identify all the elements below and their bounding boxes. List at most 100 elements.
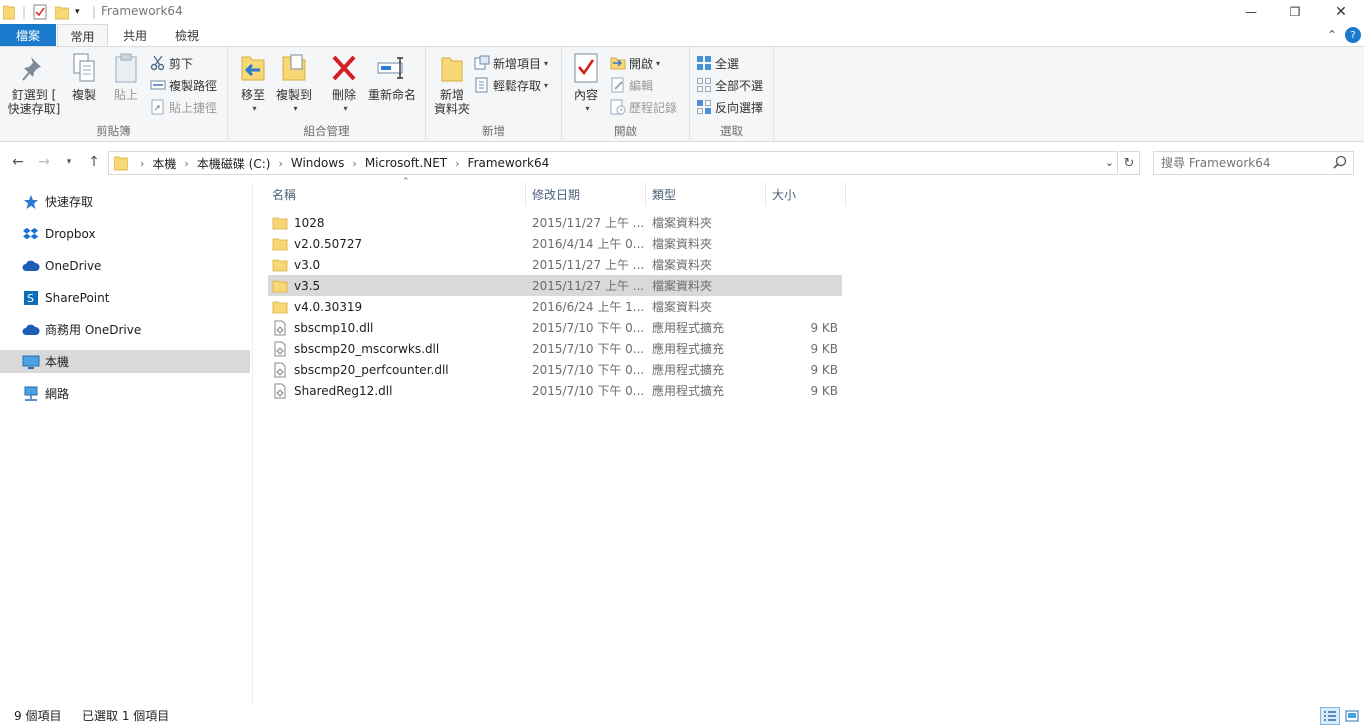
column-header-date-label: 修改日期	[532, 187, 581, 202]
refresh-icon[interactable]: ↻	[1119, 151, 1140, 175]
invert-selection-button[interactable]: 反向選擇	[696, 97, 763, 117]
search-box[interactable]	[1153, 151, 1354, 175]
nav-item-dropbox[interactable]: Dropbox	[0, 222, 250, 245]
copy-path-label: 複製路徑	[169, 78, 218, 93]
new-item-icon	[474, 55, 490, 71]
delete-button[interactable]: 刪除 ▾	[328, 51, 360, 116]
select-all-icon	[696, 55, 712, 71]
copy-to-label: 複製到	[275, 88, 312, 102]
open-folder-icon	[610, 55, 626, 71]
breadcrumb-local-disk[interactable]: 本機磁碟 (C:)	[197, 155, 271, 172]
select-none-button[interactable]: 全部不選	[696, 75, 763, 95]
new-folder-button[interactable]: 新增 資料夾	[430, 51, 474, 116]
computer-icon	[22, 354, 40, 370]
address-folder-icon	[114, 155, 128, 171]
restore-button[interactable]: ❐	[1272, 0, 1318, 24]
column-header-type[interactable]: 類型	[646, 182, 766, 206]
table-row[interactable]: v3.5 2015/11/27 上午 ... 檔案資料夾	[268, 275, 842, 296]
breadcrumb-framework64[interactable]: Framework64	[468, 156, 550, 170]
file-date: 2015/11/27 上午 ...	[532, 216, 644, 230]
customize-toolbar-chevron-icon[interactable]: ▾	[75, 3, 80, 21]
folder-icon[interactable]	[3, 3, 15, 21]
file-name-cell: v3.5	[272, 275, 526, 296]
history-button[interactable]: 歷程記錄	[610, 97, 677, 117]
column-header-name[interactable]: ⌃ 名稱	[266, 177, 526, 206]
minimize-button[interactable]: —	[1228, 0, 1274, 24]
folder-icon	[272, 215, 288, 231]
back-arrow-icon[interactable]: ←	[8, 152, 28, 172]
up-arrow-icon[interactable]: ↑	[84, 152, 104, 172]
status-item-count: 9 個項目	[14, 709, 62, 723]
delete-x-icon	[328, 51, 360, 85]
large-icons-view-icon[interactable]	[1342, 707, 1362, 725]
help-icon[interactable]: ?	[1345, 27, 1361, 43]
explorer-window: | ▾ | Framework64 — ❐ ✕ 檔案 常用 共用 檢視 ⌃ ? …	[0, 0, 1364, 727]
table-row[interactable]: sbscmp10.dll 2015/7/10 下午 0... 應用程式擴充 9 KB	[268, 317, 842, 338]
nav-item-onedrive-business[interactable]: 商務用 OneDrive	[0, 318, 250, 341]
paste-shortcut-button[interactable]: 貼上捷徑	[150, 97, 217, 117]
table-row[interactable]: v4.0.30319 2016/6/24 上午 1... 檔案資料夾	[268, 296, 842, 317]
file-date: 2015/11/27 上午 ...	[532, 258, 644, 272]
tab-view[interactable]: 檢視	[164, 24, 210, 46]
paste-button[interactable]: 貼上	[108, 51, 144, 102]
group-open-label: 開啟	[614, 124, 637, 138]
address-history-chevron-icon[interactable]: ⌄	[1105, 156, 1114, 169]
table-row[interactable]: 1028 2015/11/27 上午 ... 檔案資料夾	[268, 212, 842, 233]
forward-arrow-icon[interactable]: →	[34, 152, 54, 172]
file-name: sbscmp20_mscorwks.dll	[294, 341, 440, 356]
close-button[interactable]: ✕	[1318, 0, 1364, 24]
pin-label-2: 快速存取]	[7, 102, 61, 116]
copy-path-button[interactable]: 複製路徑	[150, 75, 217, 95]
column-header-date[interactable]: 修改日期	[526, 182, 646, 206]
edit-icon	[610, 77, 626, 93]
select-all-button[interactable]: 全選	[696, 53, 739, 73]
nav-item-onedrive[interactable]: OneDrive	[0, 254, 250, 277]
column-header-size[interactable]: 大小	[766, 182, 846, 206]
group-clipboard: 釘選到 [ 快速存取] 複製 貼上 剪下 複製路徑 貼上捷徑 剪貼簿	[0, 47, 228, 141]
open-button[interactable]: 開啟 ▾	[610, 53, 660, 73]
invert-selection-label: 反向選擇	[715, 100, 764, 115]
search-icon[interactable]	[1333, 155, 1347, 169]
details-view-icon[interactable]	[1320, 707, 1340, 725]
easy-access-icon	[474, 77, 490, 93]
nav-item-this-pc[interactable]: 本機	[0, 350, 250, 373]
rename-button[interactable]: 重新命名	[366, 51, 418, 102]
properties-button[interactable]: 內容 ▾	[570, 51, 602, 116]
tab-share[interactable]: 共用	[112, 24, 158, 46]
svg-text:S: S	[27, 292, 34, 305]
status-selected-count: 已選取 1 個項目	[82, 709, 170, 723]
nav-item-label: 商務用 OneDrive	[45, 323, 142, 337]
breadcrumb-this-pc[interactable]: 本機	[152, 155, 176, 172]
nav-item-sharepoint[interactable]: S SharePoint	[0, 286, 250, 309]
breadcrumb-microsoft-net[interactable]: Microsoft.NET	[365, 156, 447, 170]
table-row[interactable]: sbscmp20_mscorwks.dll 2015/7/10 下午 0... 應用…	[268, 338, 842, 359]
table-row[interactable]: sbscmp20_perfcounter.dll 2015/7/10 下午 0..…	[268, 359, 842, 380]
edit-button[interactable]: 編輯	[610, 75, 653, 95]
tab-home[interactable]: 常用	[57, 24, 108, 47]
address-bar[interactable]: › 本機 › 本機磁碟 (C:) › Windows › Microsoft.N…	[108, 151, 1118, 175]
properties-quick-icon[interactable]	[33, 3, 47, 21]
collapse-ribbon-chevron-icon[interactable]: ⌃	[1322, 24, 1342, 46]
recent-locations-chevron-icon[interactable]: ▾	[62, 152, 76, 172]
table-row[interactable]: v2.0.50727 2016/4/14 上午 0... 檔案資料夾	[268, 233, 842, 254]
folder-icon	[272, 236, 288, 252]
table-row[interactable]: v3.0 2015/11/27 上午 ... 檔案資料夾	[268, 254, 842, 275]
copy-to-button[interactable]: 複製到 ▾	[274, 51, 314, 116]
easy-access-button[interactable]: 輕鬆存取 ▾	[474, 75, 548, 95]
table-row[interactable]: SharedReg12.dll 2015/7/10 下午 0... 應用程式擴充 9 …	[268, 380, 842, 401]
file-date: 2016/4/14 上午 0...	[532, 237, 644, 251]
delete-label: 刪除	[331, 88, 356, 102]
move-to-button[interactable]: 移至 ▾	[236, 51, 270, 116]
nav-item-network[interactable]: 網路	[0, 382, 250, 405]
breadcrumb-windows[interactable]: Windows	[291, 156, 345, 170]
pin-quick-access-button[interactable]: 釘選到 [ 快速存取]	[6, 51, 62, 116]
tab-file[interactable]: 檔案	[0, 24, 56, 46]
cut-label: 剪下	[169, 56, 194, 71]
nav-item-quick-access[interactable]: 快速存取	[0, 190, 250, 213]
new-item-button[interactable]: 新增項目 ▾	[474, 53, 548, 73]
new-folder-quick-icon[interactable]	[55, 3, 69, 21]
copy-button[interactable]: 複製	[66, 51, 102, 102]
cut-button[interactable]: 剪下	[150, 53, 193, 73]
file-size	[768, 296, 838, 317]
search-input[interactable]	[1161, 156, 1331, 170]
